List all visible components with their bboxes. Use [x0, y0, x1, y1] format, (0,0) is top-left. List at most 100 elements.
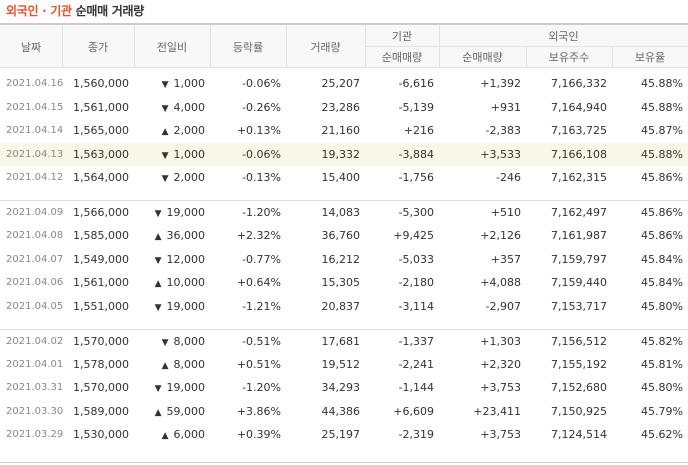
cell-volume: 19,332	[286, 142, 365, 166]
cell-foreign-ratio: 45.80%	[641, 381, 683, 395]
cell-foreign-net: -2,383	[485, 124, 521, 138]
triangle-down-icon: ▼	[154, 209, 162, 219]
separator-cell	[0, 318, 688, 330]
cell-change: ▼ 1,000	[134, 72, 210, 96]
trading-table-body: 2021.04.16 1,560,000 ▼ 1,000 -0.06% 25,207 -6,…	[0, 72, 688, 447]
cell-volume: 36,760	[321, 229, 361, 243]
table-header: 날짜 종가 전일비 등락률 거래량 기관 순매매량 외국인 순매매량 보유주수 …	[0, 23, 688, 68]
triangle-down-icon: ▼	[161, 103, 169, 114]
cell-foreign-net: -2,907	[485, 299, 521, 313]
cell-change: ▼ 19,000	[134, 201, 210, 225]
cell-close: 1,585,000	[73, 229, 129, 243]
cell-rate: -0.06%	[242, 77, 281, 91]
cell-inst-net: +9,425	[393, 229, 434, 243]
header-foreign-shares: 보유주수	[548, 51, 590, 64]
header-divider	[365, 46, 688, 47]
header-institution: 기관	[391, 29, 413, 43]
table-row: 2021.03.29 1,530,000 ▲ 6,000 +0.39% 25,197 -2,…	[0, 423, 688, 447]
cell-rate: +0.51%	[236, 357, 281, 371]
table-row: 2021.04.16 1,560,000 ▼ 1,000 -0.06% 25,207 -6,…	[0, 72, 688, 96]
triangle-down-icon: ▼	[161, 150, 169, 161]
cell-date: 2021.03.31	[6, 382, 64, 394]
cell-rate: +2.32%	[236, 229, 281, 243]
cell-inst-net: -5,300	[398, 206, 434, 219]
table-row: 2021.04.05 1,551,000 ▼ 19,000 -1.21% 20,837 -3…	[0, 295, 688, 319]
cell-rate: -0.51%	[242, 334, 281, 348]
change-value: 59,000	[166, 404, 206, 418]
cell-change: ▼ 1,000	[134, 142, 210, 166]
cell-volume: 15,400	[321, 171, 361, 185]
header-divider	[612, 46, 613, 68]
change-value: 8,000	[173, 357, 206, 371]
triangle-up-icon: ▲	[154, 407, 162, 418]
cell-inst-net: -5,033	[398, 252, 434, 266]
cell-close: 1,578,000	[73, 357, 129, 371]
cell-foreign-shares: 7,159,797	[551, 252, 607, 266]
cell-foreign-shares: 7,164,940	[551, 100, 607, 114]
triangle-up-icon: ▲	[154, 232, 162, 243]
cell-foreign-ratio: 45.86%	[641, 229, 683, 243]
change-value: 12,000	[166, 252, 206, 266]
change-value: 1,000	[173, 147, 206, 161]
cell-volume: 20,837	[321, 299, 361, 313]
header-foreign-net: 순매매량	[462, 51, 503, 64]
change-value: 36,000	[166, 229, 206, 243]
cell-inst-net: -5,139	[398, 100, 434, 114]
change-value: 10,000	[166, 276, 206, 290]
cell-foreign-ratio: 45.62%	[641, 428, 683, 442]
cell-inst-net: -3,884	[365, 142, 439, 166]
title-rest: 순매매 거래량	[75, 4, 145, 18]
triangle-down-icon: ▼	[154, 302, 162, 313]
cell-close: 1,566,000	[73, 206, 129, 219]
cell-foreign-shares: 7,150,925	[551, 404, 607, 418]
cell-change: ▼ 4,000	[134, 96, 210, 120]
change-value: 4,000	[173, 100, 206, 114]
header-rate: 등락률	[232, 40, 264, 54]
cell-volume: 19,512	[321, 357, 361, 371]
cell-volume: 14,083	[321, 206, 361, 219]
cell-change: ▼ 8,000	[134, 329, 210, 353]
change-value: 19,000	[166, 206, 206, 219]
cell-inst-net: -2,319	[398, 428, 434, 442]
cell-foreign-net: +2,320	[480, 357, 521, 371]
cell-foreign-net: +3,533	[439, 142, 526, 166]
table-bottom-border	[0, 462, 688, 463]
table-row: 2021.03.31 1,570,000 ▼ 19,000 -1.20% 34,293 -1…	[0, 376, 688, 400]
cell-rate: -0.06%	[210, 142, 286, 166]
change-value: 6,000	[173, 428, 206, 442]
cell-foreign-shares: 7,124,514	[551, 428, 607, 442]
cell-foreign-ratio: 45.81%	[641, 357, 683, 371]
cell-close: 1,530,000	[73, 428, 129, 442]
cell-foreign-net: +2,126	[480, 229, 521, 243]
cell-rate: +0.39%	[236, 428, 281, 442]
cell-date: 2021.03.29	[6, 429, 64, 441]
header-close: 종가	[87, 40, 109, 54]
cell-rate: -1.20%	[242, 206, 281, 219]
cell-rate: +3.86%	[236, 404, 281, 418]
change-value: 2,000	[173, 124, 206, 138]
cell-foreign-ratio: 45.86%	[641, 171, 683, 185]
cell-foreign-ratio: 45.84%	[641, 252, 683, 266]
cell-date: 2021.04.13	[0, 142, 63, 166]
cell-foreign-ratio: 45.86%	[641, 206, 683, 219]
cell-close: 1,561,000	[73, 100, 129, 114]
cell-foreign-shares: 7,166,332	[551, 77, 607, 91]
cell-change: ▲ 10,000	[134, 271, 210, 295]
cell-date: 2021.04.16	[6, 78, 64, 90]
triangle-up-icon: ▲	[161, 431, 169, 442]
cell-foreign-net: +1,392	[480, 77, 521, 91]
cell-volume: 25,197	[321, 428, 361, 442]
triangle-up-icon: ▲	[161, 127, 169, 138]
triangle-down-icon: ▼	[161, 80, 169, 91]
cell-foreign-net: +4,088	[480, 276, 521, 290]
table-row: 2021.04.13 1,563,000 ▼ 1,000 -0.06% 19,332 -3,…	[0, 142, 688, 166]
cell-foreign-net: +3,753	[480, 381, 521, 395]
cell-close: 1,551,000	[73, 299, 129, 313]
table-row: 2021.04.08 1,585,000 ▲ 36,000 +2.32% 36,760 +9…	[0, 224, 688, 248]
section-title: 외국인 · 기관 순매매 거래량	[6, 2, 144, 20]
cell-close: 1,564,000	[73, 171, 129, 185]
cell-foreign-shares: 7,159,440	[551, 276, 607, 290]
cell-date: 2021.04.08	[6, 230, 64, 242]
cell-foreign-ratio: 45.88%	[612, 142, 688, 166]
cell-date: 2021.04.05	[6, 300, 64, 312]
